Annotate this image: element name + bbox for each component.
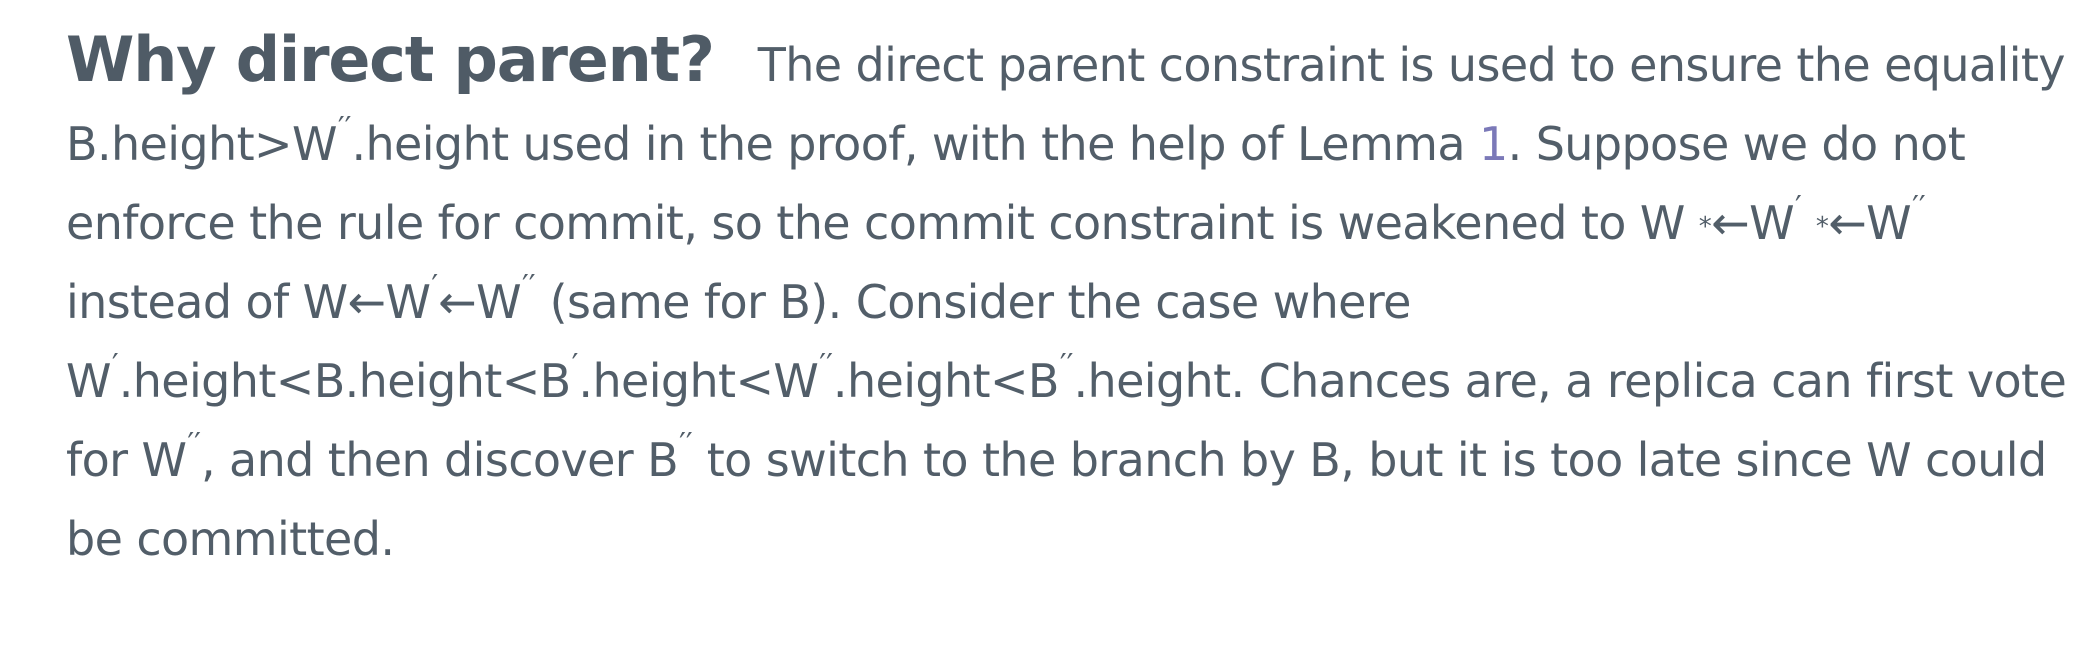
text-run: .height used in the proof, with the help…	[351, 117, 1479, 171]
paragraph: Why direct parent? The direct parent cons…	[66, 20, 2076, 579]
text-run: W	[1866, 196, 1912, 250]
left-arrow-symbol: ←	[1828, 196, 1867, 250]
text-run: instead of W	[66, 275, 348, 329]
star-mark: *	[1698, 212, 1712, 242]
text-run: W	[476, 275, 521, 329]
double-prime-mark: ′′	[337, 111, 352, 146]
star-mark: *	[1815, 212, 1829, 242]
section-heading: Why direct parent?	[66, 23, 715, 96]
prime-mark: ′	[1795, 190, 1802, 225]
text-run: W	[1749, 196, 1794, 250]
lemma-reference-link[interactable]: 1	[1479, 117, 1508, 171]
prime-mark: ′	[111, 348, 119, 383]
text-run: to switch to the branch by B, but it is …	[692, 433, 1912, 487]
text-run: .height<B	[832, 354, 1060, 408]
left-arrow-symbol: ←	[1711, 196, 1750, 250]
double-prime-mark: ′′	[679, 427, 693, 462]
double-prime-mark: ′′	[187, 427, 201, 462]
double-prime-mark: ′′	[522, 269, 536, 304]
text-run: .height<B.height<B	[118, 354, 572, 408]
double-prime-mark: ′′	[1912, 190, 1926, 225]
double-prime-mark: ′′	[819, 348, 833, 383]
text-run: W	[385, 275, 431, 329]
text-run: , and then discover B	[200, 433, 679, 487]
left-arrow-symbol: ←	[438, 275, 477, 329]
document-body: Why direct parent? The direct parent cons…	[66, 20, 2076, 579]
text-run: .height<W	[578, 354, 819, 408]
double-prime-mark: ′′	[1059, 348, 1074, 383]
left-arrow-symbol: ←	[347, 275, 387, 329]
